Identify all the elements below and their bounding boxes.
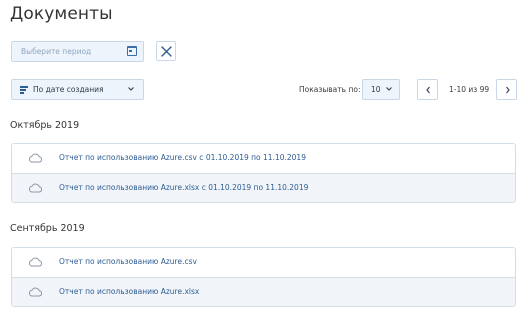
cloud-icon xyxy=(28,183,43,193)
chevron-down-icon xyxy=(386,87,392,91)
group-title-october: Октябрь 2019 xyxy=(10,120,80,131)
clear-filter-button[interactable] xyxy=(156,41,176,61)
next-page-button[interactable] xyxy=(496,79,517,100)
document-list-september: Отчет по использованию Azure.csv Отчет п… xyxy=(11,247,516,307)
prev-page-button[interactable] xyxy=(417,79,438,100)
close-icon xyxy=(161,46,172,57)
group-title-september: Сентябрь 2019 xyxy=(10,223,85,234)
per-page-value: 10 xyxy=(371,85,381,94)
per-page-select[interactable]: 10 xyxy=(362,79,400,100)
sort-select[interactable]: По дате создания xyxy=(11,79,144,100)
document-link[interactable]: Отчет по использованию Azure.xlsx с 01.1… xyxy=(59,183,308,192)
document-link[interactable]: Отчет по использованию Azure.csv xyxy=(59,257,197,266)
document-link[interactable]: Отчет по использованию Azure.csv с 01.10… xyxy=(59,153,306,162)
cloud-icon xyxy=(28,287,43,297)
chevron-right-icon xyxy=(506,86,510,94)
cloud-icon xyxy=(28,257,43,267)
period-date-picker[interactable]: Выберите период xyxy=(11,41,144,62)
chevron-down-icon xyxy=(128,87,134,91)
document-row[interactable]: Отчет по использованию Azure.csv xyxy=(12,248,515,277)
calendar-icon[interactable] xyxy=(127,46,137,56)
sort-label: По дате создания xyxy=(33,85,104,94)
period-placeholder: Выберите период xyxy=(21,47,92,56)
document-link[interactable]: Отчет по использованию Azure.xlsx xyxy=(59,287,199,296)
pagination-range: 1-10 из 99 xyxy=(449,85,490,94)
document-row[interactable]: Отчет по использованию Azure.csv с 01.10… xyxy=(12,144,515,173)
chevron-left-icon xyxy=(426,86,430,94)
per-page-label: Показывать по: xyxy=(299,85,361,94)
sort-icon xyxy=(20,86,28,94)
page-title: Документы xyxy=(10,4,113,24)
cloud-icon xyxy=(28,153,43,163)
document-row[interactable]: Отчет по использованию Azure.xlsx xyxy=(12,277,515,306)
document-row[interactable]: Отчет по использованию Azure.xlsx с 01.1… xyxy=(12,173,515,202)
document-list-october: Отчет по использованию Azure.csv с 01.10… xyxy=(11,143,516,203)
